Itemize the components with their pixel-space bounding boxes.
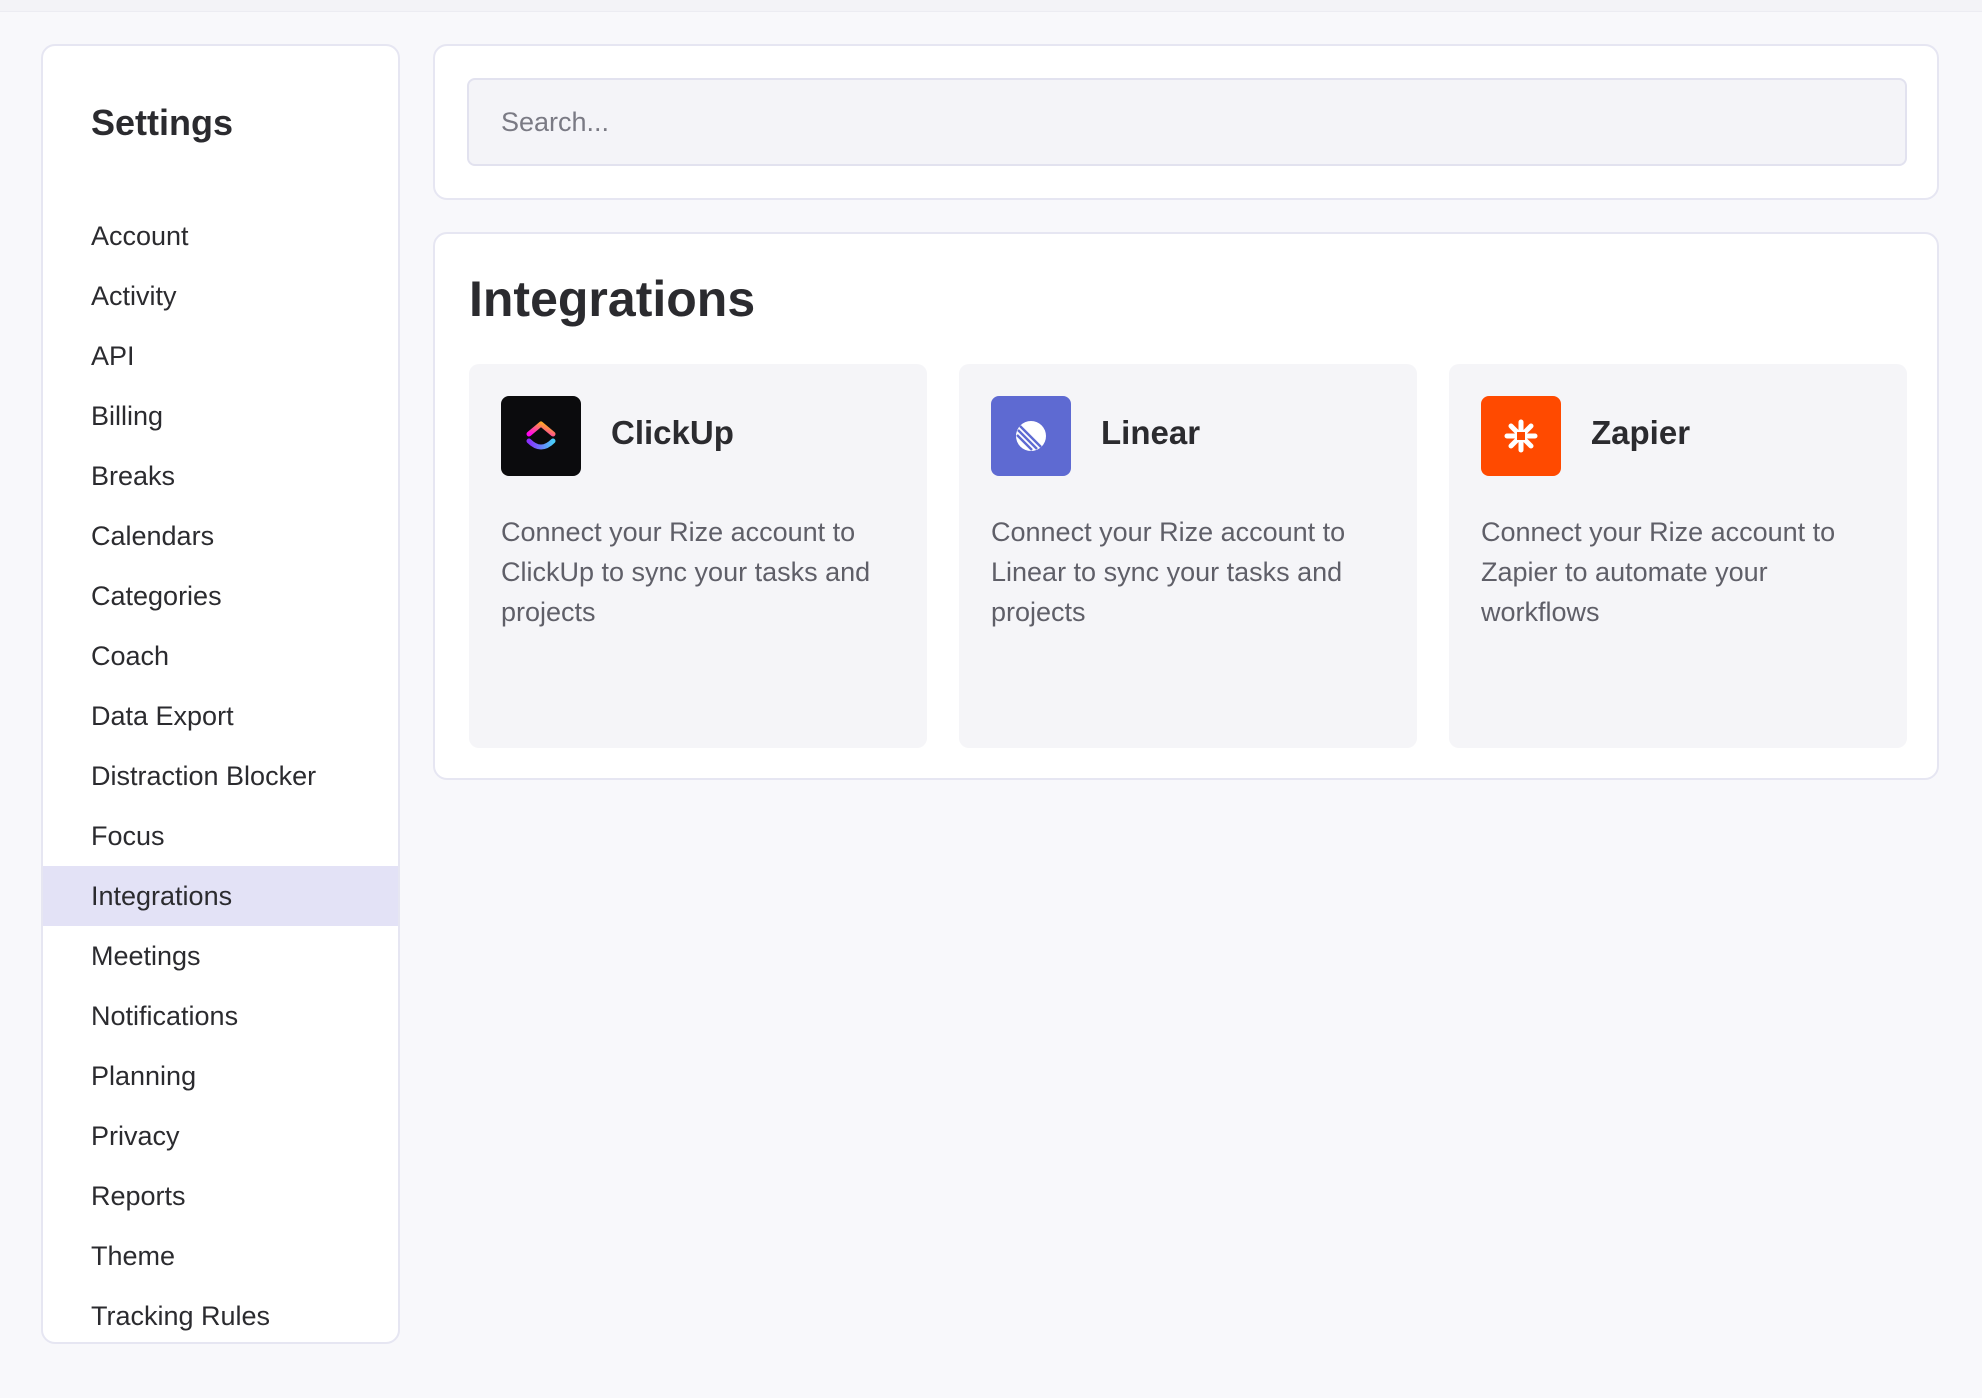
sidebar-item-notifications[interactable]: Notifications bbox=[43, 986, 398, 1046]
top-bar bbox=[0, 0, 1982, 12]
sidebar-item-breaks[interactable]: Breaks bbox=[43, 446, 398, 506]
sidebar-item-integrations[interactable]: Integrations bbox=[43, 866, 398, 926]
sidebar-title: Settings bbox=[91, 102, 234, 143]
sidebar-item-categories[interactable]: Categories bbox=[43, 566, 398, 626]
integration-card-clickup[interactable]: ClickUp Connect your Rize account to Cli… bbox=[469, 364, 927, 748]
integration-description: Connect your Rize account to Linear to s… bbox=[991, 517, 1346, 627]
linear-logo-icon bbox=[991, 396, 1071, 476]
sidebar-item-coach[interactable]: Coach bbox=[43, 626, 398, 686]
sidebar-item-account[interactable]: Account bbox=[43, 206, 398, 266]
sidebar-item-reports[interactable]: Reports bbox=[43, 1166, 398, 1226]
sidebar-item-theme[interactable]: Theme bbox=[43, 1226, 398, 1286]
integration-card-linear[interactable]: Linear Connect your Rize account to Line… bbox=[959, 364, 1417, 748]
settings-nav: Account Activity API Billing Breaks Cale… bbox=[43, 206, 398, 1342]
clickup-logo-icon bbox=[501, 396, 581, 476]
zapier-logo-icon bbox=[1481, 396, 1561, 476]
search-card bbox=[433, 44, 1939, 200]
integration-card-zapier[interactable]: Zapier Connect your Rize account to Zapi… bbox=[1449, 364, 1907, 748]
sidebar-item-calendars[interactable]: Calendars bbox=[43, 506, 398, 566]
settings-sidebar: Settings Account Activity API Billing Br… bbox=[41, 44, 400, 1344]
sidebar-item-meetings[interactable]: Meetings bbox=[43, 926, 398, 986]
sidebar-item-data-export[interactable]: Data Export bbox=[43, 686, 398, 746]
integration-name: ClickUp bbox=[611, 414, 734, 451]
integration-name: Linear bbox=[1101, 414, 1201, 451]
integration-description: Connect your Rize account to Zapier to a… bbox=[1481, 517, 1836, 627]
search-input[interactable] bbox=[467, 78, 1907, 166]
sidebar-item-planning[interactable]: Planning bbox=[43, 1046, 398, 1106]
integrations-list: ClickUp Connect your Rize account to Cli… bbox=[469, 364, 1907, 748]
sidebar-item-focus[interactable]: Focus bbox=[43, 806, 398, 866]
sidebar-item-privacy[interactable]: Privacy bbox=[43, 1106, 398, 1166]
sidebar-item-billing[interactable]: Billing bbox=[43, 386, 398, 446]
sidebar-item-activity[interactable]: Activity bbox=[43, 266, 398, 326]
integrations-panel: Integrations ClickUp Connect your Rize a… bbox=[433, 232, 1939, 780]
page-title: Integrations bbox=[469, 271, 756, 327]
integration-description: Connect your Rize account to ClickUp to … bbox=[501, 517, 871, 627]
integration-name: Zapier bbox=[1591, 414, 1691, 451]
sidebar-item-tracking-rules[interactable]: Tracking Rules bbox=[43, 1286, 398, 1342]
sidebar-item-api[interactable]: API bbox=[43, 326, 398, 386]
sidebar-item-distraction-blocker[interactable]: Distraction Blocker bbox=[43, 746, 398, 806]
